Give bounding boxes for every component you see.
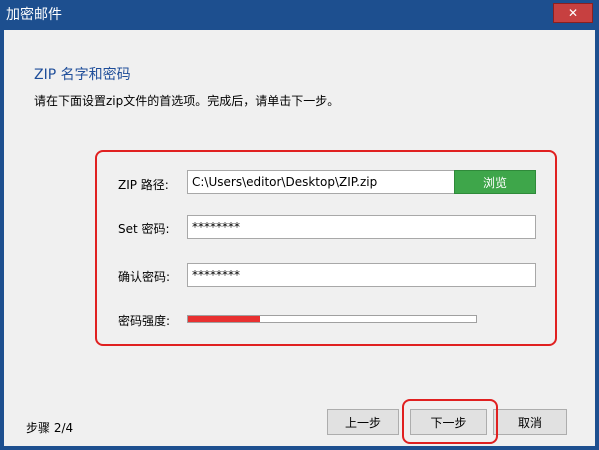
zip-path-label: ZIP 路径: [118,178,169,192]
set-password-label: Set 密码: [118,222,170,236]
step-indicator: 步骤 2/4 [26,421,74,435]
instruction-text: 请在下面设置zip文件的首选项。完成后，请单击下一步。 [34,94,340,108]
page-title: ZIP 名字和密码 [34,67,131,83]
close-button[interactable]: ✕ [553,3,593,23]
set-password-input[interactable]: ******** [187,215,536,239]
password-strength-fill [188,316,260,322]
zip-path-input[interactable]: C:\Users\editor\Desktop\ZIP.zip [187,170,455,194]
confirm-password-label: 确认密码: [118,270,171,284]
dialog-body: ZIP 名字和密码 请在下面设置zip文件的首选项。完成后，请单击下一步。 ZI… [4,30,595,446]
password-strength-bar [187,315,477,323]
dialog-window: 加密邮件 ✕ ZIP 名字和密码 请在下面设置zip文件的首选项。完成后，请单击… [0,0,599,450]
cancel-button[interactable]: 取消 [493,409,567,435]
confirm-password-input[interactable]: ******** [187,263,536,287]
title-bar[interactable]: 加密邮件 ✕ [0,0,599,30]
strength-label: 密码强度: [118,314,171,328]
previous-button[interactable]: 上一步 [327,409,399,435]
next-button-highlight [402,399,498,444]
window-title: 加密邮件 [6,7,62,23]
browse-button[interactable]: 浏览 [454,170,536,194]
close-icon: ✕ [567,6,579,20]
